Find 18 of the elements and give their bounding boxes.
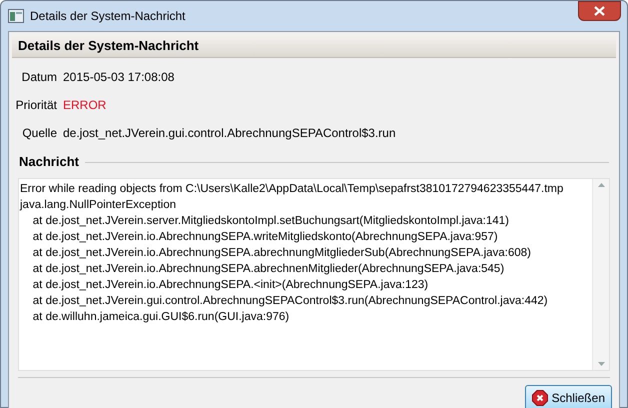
field-value: de.jost_net.JVerein.gui.control.AbrechnungSEPAControl$3.run bbox=[63, 125, 396, 142]
field-value: ERROR bbox=[63, 97, 106, 114]
field-label: Priorität bbox=[14, 97, 57, 114]
field-value: 2015-05-03 17:08:08 bbox=[63, 69, 174, 86]
window-title: Details der System-Nachricht bbox=[30, 8, 186, 25]
scroll-down-icon[interactable] bbox=[598, 362, 604, 366]
section-label: Nachricht bbox=[19, 153, 79, 171]
stop-icon bbox=[532, 390, 548, 406]
message-field[interactable]: Error while reading objects from C:\Users\Kalle2\AppData\Local\Temp\sepafrst3810172794623355447.tmp java.lang.NullPointerException at de.jost_net.JVerein.server.MitgliedskontoImpl.setBuchungsart(MitgliedskontoImpl.java:141) at de.jost_net.JVerein.io.AbrechnungSEPA.writeMitgliedskonto(AbrechnungSEPA.java:957) at de.jost_net.JVerein.io.AbrechnungSEPA.abrechnungMitgliederSub(AbrechnungSEPA.java:608) at de.jost_net.JVerein.io.AbrechnungSEPA.abrechnenMitglieder(AbrechnungSEPA.java:545) at de.jost_net.JVerein.io.AbrechnungSEPA.<init>(AbrechnungSEPA.java:123) at de.jost_net.JVerein.gui.control.AbrechnungSEPAControl$3.run(AbrechnungSEPAControl.java:442) at de.willuhn.jameica.gui.GUI$6.run(GUI.java:976) bbox=[18, 178, 610, 370]
field-label: Datum bbox=[20, 69, 57, 86]
scroll-up-icon[interactable] bbox=[598, 182, 604, 186]
close-dialog-button[interactable]: Schließen bbox=[524, 384, 612, 408]
section-header: Details der System-Nachricht bbox=[12, 35, 616, 58]
close-icon bbox=[594, 6, 605, 16]
window-icon bbox=[8, 9, 24, 23]
field-label: Quelle bbox=[21, 125, 57, 142]
close-button[interactable] bbox=[578, 1, 621, 21]
scrollbar[interactable] bbox=[592, 178, 609, 370]
